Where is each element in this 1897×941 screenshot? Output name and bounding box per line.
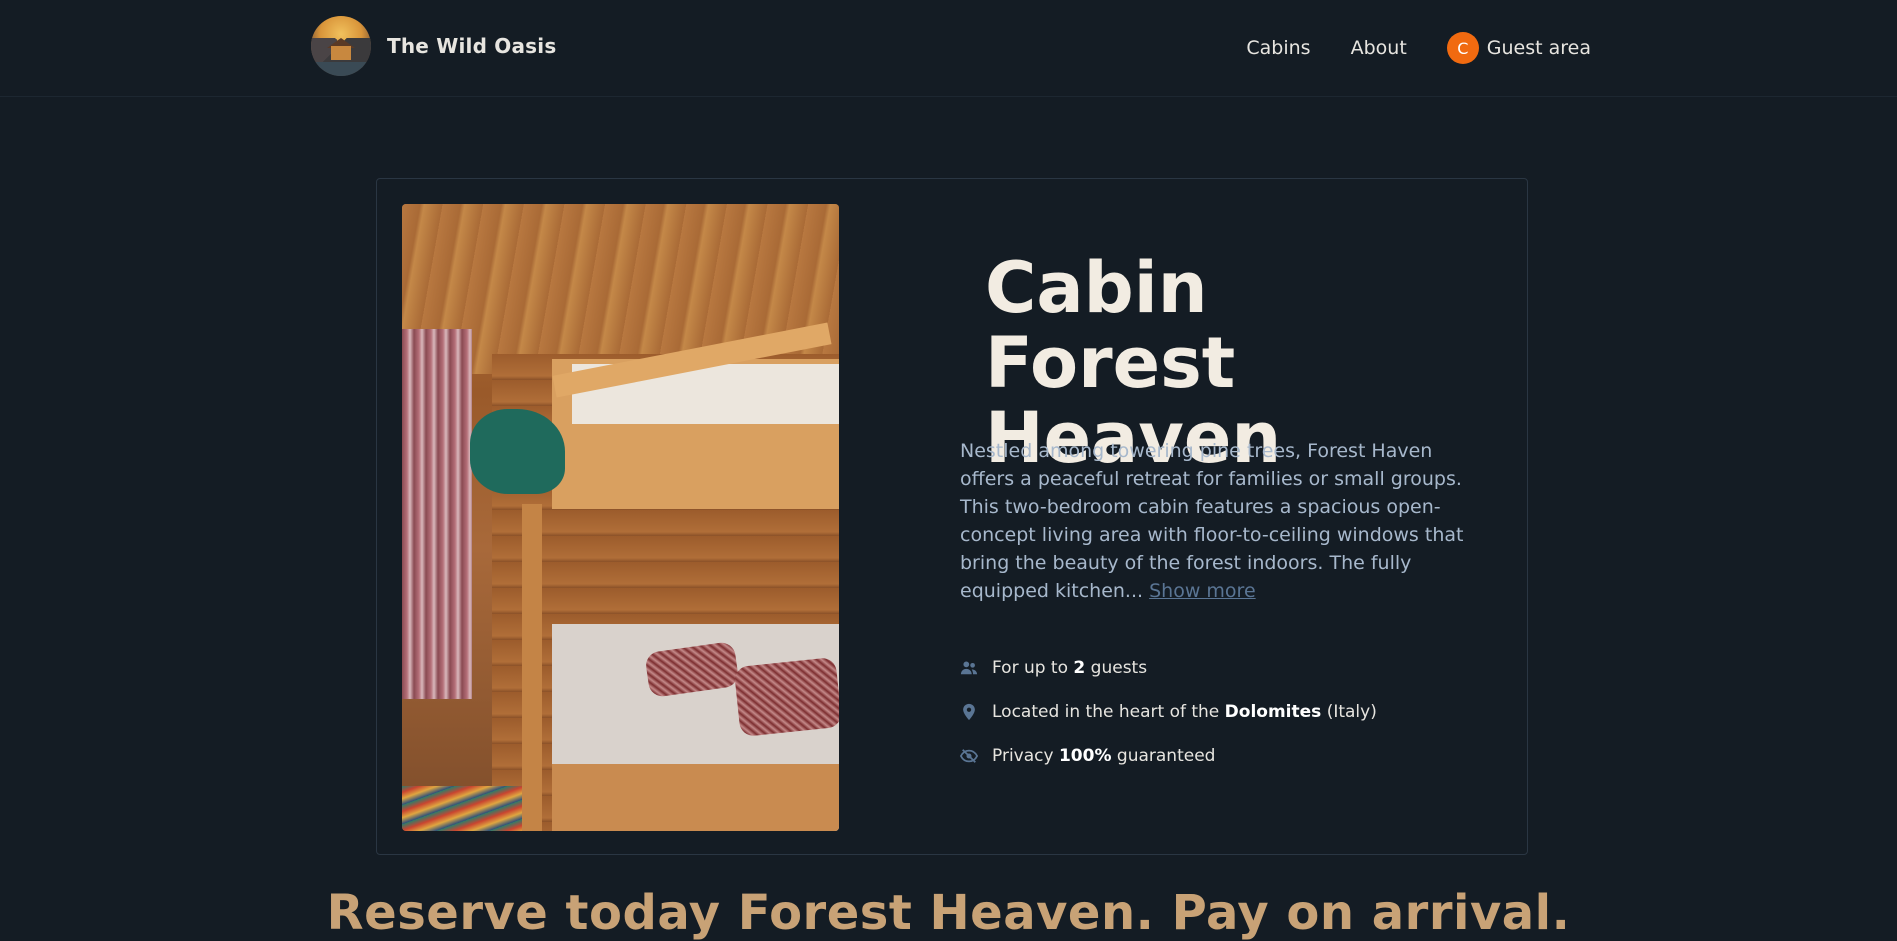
users-icon bbox=[960, 661, 978, 675]
reserve-heading: Reserve today Forest Heaven. Pay on arri… bbox=[326, 885, 1571, 941]
nav-about-link[interactable]: About bbox=[1351, 37, 1407, 59]
feature-privacy: Privacy 100% guaranteed bbox=[960, 734, 1377, 778]
feature-location: Located in the heart of the Dolomites (I… bbox=[960, 690, 1377, 734]
cabin-card: Cabin Forest Heaven Nestled among toweri… bbox=[376, 178, 1528, 855]
user-avatar: C bbox=[1446, 32, 1479, 64]
main-nav: Cabins About C Guest area bbox=[1246, 32, 1591, 64]
show-more-button[interactable]: Show more bbox=[1149, 580, 1256, 602]
nav-cabins-link[interactable]: Cabins bbox=[1246, 37, 1310, 59]
feature-guests: For up to 2 guests bbox=[960, 646, 1377, 690]
map-pin-icon bbox=[963, 703, 975, 721]
cabin-description: Nestled among towering pine trees, Fores… bbox=[960, 437, 1470, 605]
logo-image bbox=[311, 16, 371, 76]
eye-slash-icon bbox=[960, 749, 978, 763]
brand-name: The Wild Oasis bbox=[387, 34, 557, 58]
cabin-photo bbox=[402, 204, 839, 831]
logo-link[interactable]: The Wild Oasis bbox=[311, 16, 556, 76]
site-header: The Wild Oasis Cabins About C Guest area bbox=[0, 0, 1897, 97]
nav-guest-area-link[interactable]: C Guest area bbox=[1446, 32, 1591, 64]
cabin-features: For up to 2 guests Located in the heart … bbox=[960, 646, 1377, 778]
guest-area-label: Guest area bbox=[1486, 37, 1591, 59]
description-text: Nestled among towering pine trees, Fores… bbox=[960, 440, 1464, 602]
